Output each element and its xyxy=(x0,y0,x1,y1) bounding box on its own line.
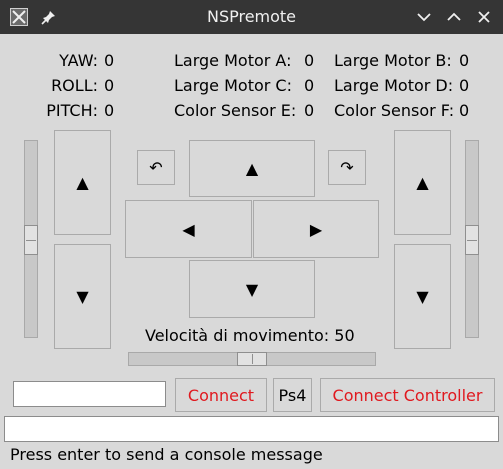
speed-slider[interactable] xyxy=(128,352,376,366)
arrow-right-icon: ▶ xyxy=(309,219,323,239)
right-down-button[interactable]: ▼ xyxy=(394,244,451,349)
right-vertical-slider[interactable] xyxy=(465,140,479,338)
arrow-up-icon: ▲ xyxy=(416,173,429,192)
motor-d-value: 0 xyxy=(459,76,470,95)
pitch-label: PITCH: xyxy=(46,101,98,120)
speed-slider-thumb[interactable] xyxy=(237,352,267,366)
right-slider-thumb[interactable] xyxy=(465,225,479,255)
rotate-right-button[interactable]: ↷ xyxy=(328,150,366,185)
sensor-f-label: Color Sensor F: xyxy=(334,101,455,120)
console-hint: Press enter to send a console message xyxy=(10,445,323,464)
connect-controller-button[interactable]: Connect Controller xyxy=(320,378,495,412)
address-input[interactable] xyxy=(13,381,166,407)
sensor-e-value: 0 xyxy=(304,101,315,120)
arrow-left-icon: ◀ xyxy=(182,219,195,239)
motor-c-label: Large Motor C: xyxy=(174,76,292,95)
left-vertical-slider[interactable] xyxy=(24,140,38,338)
roll-value: 0 xyxy=(104,76,115,95)
sensor-e-label: Color Sensor E: xyxy=(174,101,297,120)
title-bar: NSPremote xyxy=(0,0,503,34)
yaw-value: 0 xyxy=(104,51,115,70)
arrow-up-icon: ▲ xyxy=(76,173,89,192)
minimize-icon[interactable] xyxy=(413,6,435,28)
app-window: NSPremote YAW: 0 ROLL: 0 PITCH: 0 Large … xyxy=(0,0,503,469)
backward-button[interactable]: ▼ xyxy=(189,260,315,318)
right-up-button[interactable]: ▲ xyxy=(394,130,451,235)
pitch-value: 0 xyxy=(104,101,115,120)
left-up-button[interactable]: ▲ xyxy=(54,130,111,235)
left-slider-thumb[interactable] xyxy=(24,225,38,255)
rotate-right-icon: ↷ xyxy=(340,158,354,177)
maximize-icon[interactable] xyxy=(443,6,465,28)
left-down-button[interactable]: ▼ xyxy=(54,244,111,349)
close-icon[interactable] xyxy=(473,6,495,28)
right-button[interactable]: ▶ xyxy=(253,200,379,258)
rotate-left-icon: ↶ xyxy=(149,158,163,177)
ps4-button[interactable]: Ps4 xyxy=(273,378,312,412)
connect-button[interactable]: Connect xyxy=(175,378,267,412)
motor-b-value: 0 xyxy=(459,51,470,70)
motor-d-label: Large Motor D: xyxy=(334,76,454,95)
speed-value: 50 xyxy=(334,326,355,345)
arrow-down-icon: ▼ xyxy=(245,279,259,299)
rotate-left-button[interactable]: ↶ xyxy=(137,150,175,185)
motor-c-value: 0 xyxy=(304,76,315,95)
arrow-up-icon: ▲ xyxy=(245,159,259,178)
sensor-f-value: 0 xyxy=(459,101,470,120)
motor-a-label: Large Motor A: xyxy=(174,51,292,70)
speed-label: Velocità di movimento: 50 xyxy=(145,326,355,345)
arrow-down-icon: ▼ xyxy=(416,287,429,306)
yaw-label: YAW: xyxy=(59,51,98,70)
forward-button[interactable]: ▲ xyxy=(189,140,315,197)
arrow-down-icon: ▼ xyxy=(76,287,89,306)
console-input[interactable] xyxy=(4,416,499,442)
roll-label: ROLL: xyxy=(51,76,98,95)
motor-b-label: Large Motor B: xyxy=(334,51,452,70)
motor-a-value: 0 xyxy=(304,51,315,70)
left-button[interactable]: ◀ xyxy=(125,200,252,258)
speed-label-text: Velocità di movimento: xyxy=(145,326,330,345)
